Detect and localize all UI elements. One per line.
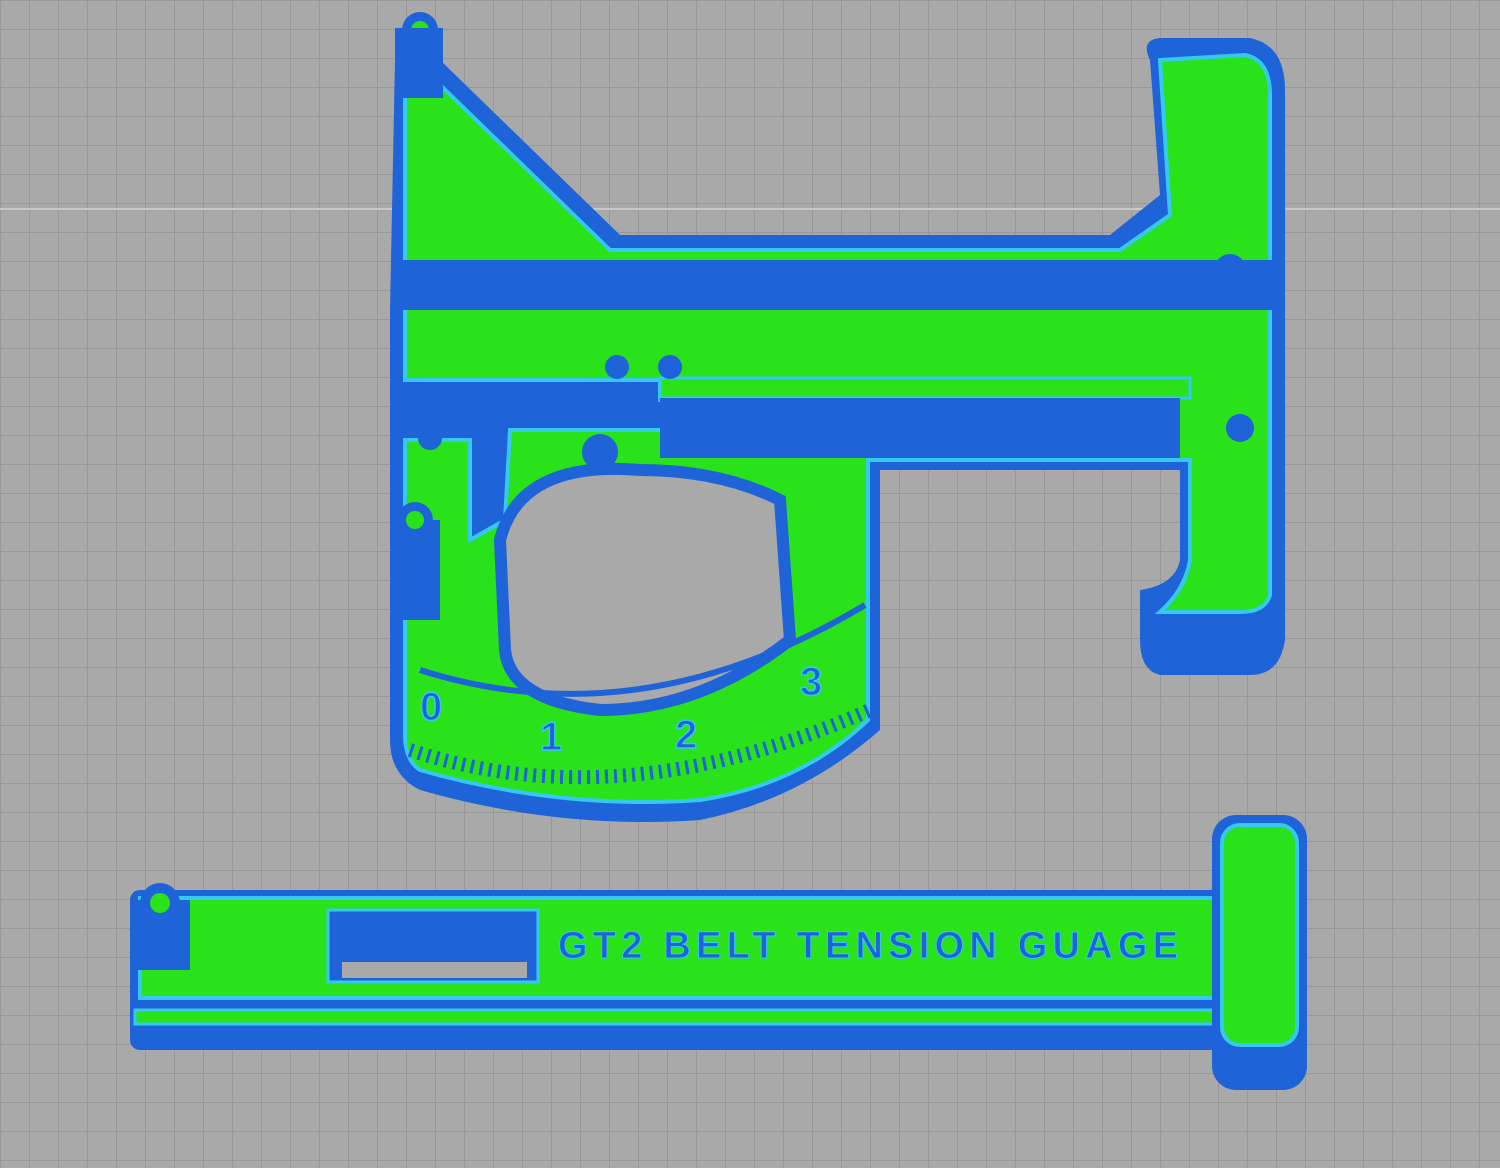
embossed-label: GT2 BELT TENSION GUAGE: [558, 925, 1178, 967]
model-preview: 0 1 2 3 GT2 BELT TENSION GUAGE: [0, 12, 1500, 1090]
gauge-body-part[interactable]: [390, 12, 1285, 822]
dial-number-2: 2: [675, 713, 697, 757]
dial-number-1: 1: [540, 715, 562, 759]
slicer-preview-viewport[interactable]: 0 1 2 3 GT2 BELT TENSION GUAGE: [0, 0, 1500, 1168]
dial-number-0: 0: [420, 685, 442, 729]
dial-number-3: 3: [800, 660, 822, 704]
